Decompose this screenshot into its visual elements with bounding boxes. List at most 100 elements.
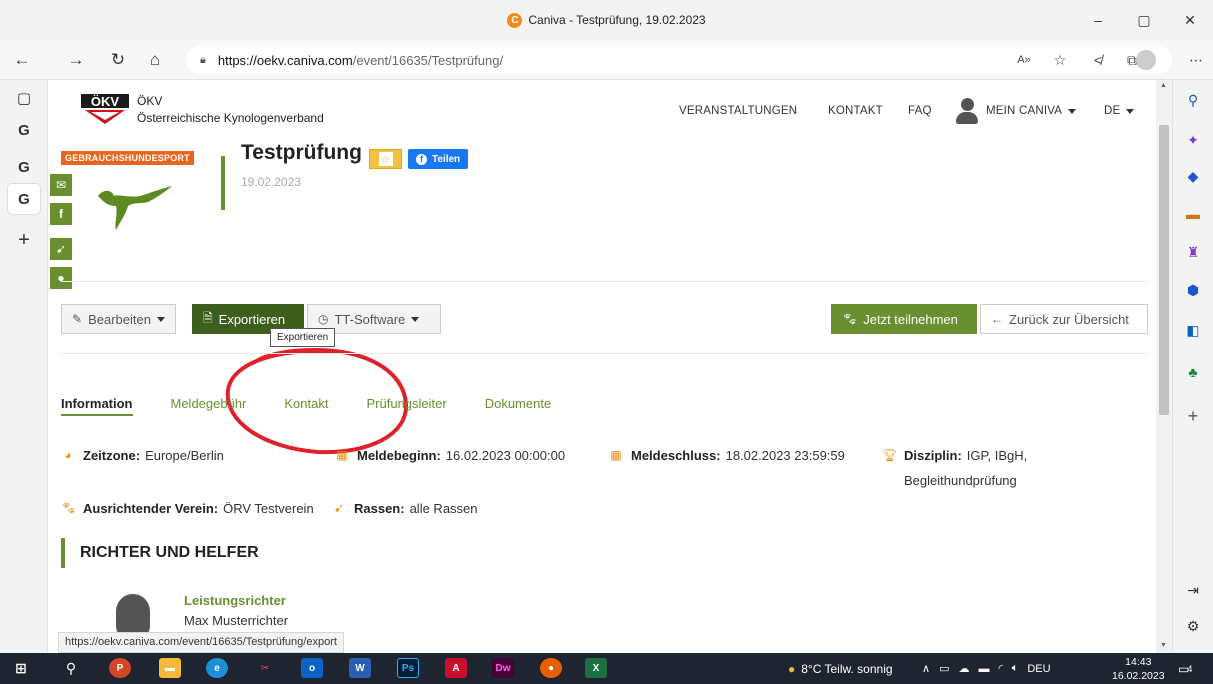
games-icon[interactable]: ♜ xyxy=(1183,242,1203,262)
outlook-taskbar-icon[interactable]: o xyxy=(301,658,323,678)
category-badge: GEBRAUCHSHUNDESPORT xyxy=(61,151,194,165)
word-icon[interactable]: W xyxy=(349,658,371,678)
tray-cloud-icon[interactable]: ☁ xyxy=(958,662,969,675)
add-sidebar-icon[interactable]: + xyxy=(1183,406,1203,426)
status-url: https://oekv.caniva.com/event/16635/Test… xyxy=(58,632,344,653)
participate-button[interactable]: 🐾︎ Jetzt teilnehmen xyxy=(831,304,977,334)
edit-button[interactable]: ✎ Bearbeiten xyxy=(61,304,176,334)
tab-fee[interactable]: Meldegebühr xyxy=(171,396,247,416)
tab-exam-leader[interactable]: Prüfungsleiter xyxy=(366,396,446,416)
tab-caniva-active-icon[interactable]: G xyxy=(8,184,40,214)
tray-chevron-up-icon[interactable]: ∧ xyxy=(922,662,930,675)
tt-software-label: TT-Software xyxy=(334,311,406,327)
toolbox-icon[interactable]: ▬ xyxy=(1183,204,1203,224)
tray-wifi-icon[interactable]: ◜ xyxy=(998,662,1002,675)
firefox-icon[interactable]: ● xyxy=(540,658,562,678)
tab-caniva-2-icon[interactable]: G xyxy=(12,155,36,179)
sparkle-icon[interactable]: ✦ xyxy=(1183,130,1203,150)
home-icon[interactable]: ⌂ xyxy=(143,48,167,72)
section-title-judges: RICHTER UND HELFER xyxy=(80,544,259,561)
windows-taskbar: ⊞ ⚲ P ▬ e ✂ o W Ps A Dw ● X ● 8°C Teilw.… xyxy=(0,653,1213,684)
system-tray: ∧ ▭ ☁ ▬ ◜ 🔈︎ DEU xyxy=(922,653,1051,684)
tree-icon[interactable]: ♣ xyxy=(1183,362,1203,382)
scroll-down-icon[interactable]: ▼ xyxy=(1160,642,1167,649)
back-to-overview-button[interactable]: ← Zurück zur Übersicht xyxy=(980,304,1148,334)
read-aloud-icon[interactable]: A» xyxy=(1012,48,1036,72)
nav-faq[interactable]: FAQ xyxy=(908,80,932,142)
favorites-icon[interactable]: ≮ xyxy=(1086,48,1110,72)
tab-documents[interactable]: Dokumente xyxy=(485,396,551,416)
more-menu-icon[interactable]: ⋯ xyxy=(1184,48,1208,72)
edge-browser-icon[interactable]: e xyxy=(206,658,228,678)
nav-contact[interactable]: KONTAKT xyxy=(828,80,883,142)
weather-sun-icon: ● xyxy=(788,661,796,676)
taskbar-search-icon[interactable]: ⚲ xyxy=(60,658,82,678)
maximize-button[interactable]: ▢ xyxy=(1121,0,1167,40)
org-abbr: ÖKV xyxy=(137,94,163,108)
web-page: ÖKV ÖKV Österreichische Kynologenverband… xyxy=(48,80,1156,653)
scroll-up-icon[interactable]: ▲ xyxy=(1160,82,1167,89)
back-arrow-icon[interactable]: ← xyxy=(10,48,34,72)
share-location-icon[interactable]: ● xyxy=(50,267,72,289)
scrollbar-thumb[interactable] xyxy=(1159,125,1169,415)
favorite-add-icon[interactable]: ☆ xyxy=(1048,48,1072,72)
taskbar-clock[interactable]: 14:43 16.02.2023 xyxy=(1112,655,1165,683)
dog-icon: ➹ xyxy=(333,501,345,515)
sidebar-collapse-icon[interactable]: ⇥ xyxy=(1183,580,1203,600)
minimize-button[interactable]: – xyxy=(1075,0,1121,40)
event-title: Testprüfung xyxy=(241,141,362,164)
excel-icon[interactable]: X xyxy=(585,658,607,678)
tray-volume-icon[interactable]: 🔈︎ xyxy=(1012,662,1019,675)
calendar-icon: ▦ xyxy=(610,448,622,462)
tab-caniva-1-icon[interactable]: G xyxy=(12,118,36,142)
tab-contact[interactable]: Kontakt xyxy=(284,396,328,416)
photoshop-icon[interactable]: Ps xyxy=(397,658,419,678)
nav-events[interactable]: VERANSTALTUNGEN xyxy=(679,80,797,142)
windows-start-icon[interactable]: ⊞ xyxy=(10,658,32,678)
share-map-icon[interactable]: ➹ xyxy=(50,238,72,260)
browser-toolbar: ← → ↻ ⌂ 🔒︎ https://oekv.caniva.com/event… xyxy=(0,40,1213,80)
profile-icon[interactable] xyxy=(1134,48,1158,72)
svg-text:ÖKV: ÖKV xyxy=(91,94,120,109)
weather-widget[interactable]: ● 8°C Teilw. sonnig xyxy=(788,653,893,684)
info-discipline: 🏆︎ Disziplin: IGP, IBgH, Begleithundprüfu… xyxy=(882,448,1028,488)
export-tooltip: Exportieren xyxy=(270,328,336,347)
nav-account[interactable]: MEIN CANIVA xyxy=(956,80,1077,142)
new-tab-plus-icon[interactable]: + xyxy=(12,228,36,252)
outlook-icon[interactable]: ◧ xyxy=(1183,320,1203,340)
page-scrollbar[interactable]: ▲ ▼ xyxy=(1156,80,1172,653)
arrow-left-icon: ← xyxy=(991,312,1003,326)
file-explorer-icon[interactable]: ▬ xyxy=(159,658,181,678)
file-export-icon: 🗎︎ xyxy=(203,310,213,325)
shopping-tag-icon[interactable]: ◆ xyxy=(1183,166,1203,186)
tray-language[interactable]: DEU xyxy=(1027,663,1050,675)
okv-logo-icon[interactable]: ÖKV xyxy=(81,90,129,130)
settings-gear-icon[interactable]: ⚙ xyxy=(1183,616,1203,636)
divider xyxy=(61,281,1147,282)
acrobat-icon[interactable]: A xyxy=(445,658,467,678)
powerpoint-icon[interactable]: P xyxy=(109,658,131,678)
office-icon[interactable]: ⬢ xyxy=(1183,280,1203,300)
url-path: /event/16635/Testprüfung/ xyxy=(352,52,504,68)
share-facebook-icon[interactable]: f xyxy=(50,203,72,225)
edit-label: Bearbeiten xyxy=(88,311,151,327)
notification-center[interactable]: ▭ 4 xyxy=(1178,653,1192,684)
tab-actions-icon[interactable]: ▢ xyxy=(12,86,36,110)
dreamweaver-icon[interactable]: Dw xyxy=(492,658,514,678)
share-email-icon[interactable]: ✉ xyxy=(50,174,72,196)
favorite-button[interactable]: ☆ xyxy=(369,149,402,169)
tab-information[interactable]: Information xyxy=(61,396,133,416)
close-button[interactable]: ✕ xyxy=(1167,0,1213,40)
search-icon[interactable]: ⚲ xyxy=(1183,90,1203,110)
trophy-icon: 🏆︎ xyxy=(882,448,898,462)
lock-icon[interactable]: 🔒︎ xyxy=(200,54,206,67)
reload-icon[interactable]: ↻ xyxy=(106,48,130,72)
tray-monitor-icon[interactable]: ▬ xyxy=(978,663,989,675)
tray-battery-icon[interactable]: ▭ xyxy=(939,662,949,675)
section-accent-bar xyxy=(61,538,65,568)
forward-arrow-icon[interactable]: → xyxy=(64,48,88,72)
nav-language[interactable]: DE xyxy=(1104,80,1135,142)
snipping-tool-icon[interactable]: ✂ xyxy=(254,658,276,678)
facebook-share-button[interactable]: f Teilen xyxy=(408,149,469,169)
org-fullname: Österreichische Kynologenverband xyxy=(137,111,324,125)
